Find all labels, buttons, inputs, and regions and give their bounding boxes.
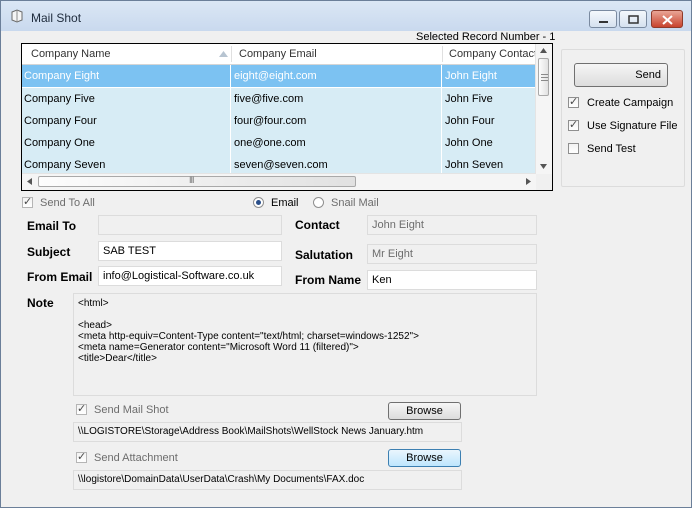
note-label: Note <box>27 296 54 310</box>
contact-field[interactable]: John Eight <box>367 215 537 235</box>
send-test-label[interactable]: Send Test <box>587 143 636 155</box>
vertical-scrollbar[interactable] <box>535 44 552 174</box>
table-row[interactable]: Company One one@one.com John One <box>22 132 536 155</box>
scroll-grip: III <box>189 175 194 185</box>
salutation-label: Salutation <box>295 248 354 262</box>
close-button[interactable] <box>651 10 683 28</box>
cell-company-email: four@four.com <box>234 115 307 127</box>
column-header-company-email[interactable]: Company Email <box>239 48 317 60</box>
from-name-label: From Name <box>295 273 362 287</box>
email-to-label: Email To <box>27 219 77 233</box>
browse-mail-shot-button[interactable]: Browse <box>388 402 461 420</box>
send-to-all-label[interactable]: Send To All <box>40 197 95 209</box>
contact-label: Contact <box>295 218 340 232</box>
create-campaign-checkbox[interactable] <box>568 95 579 108</box>
grid-header: Company Name Company Email Company Conta… <box>22 44 537 65</box>
note-line: <meta http-equiv=Content-Type content="t… <box>78 331 419 342</box>
cell-company-name: Company Eight <box>24 70 100 82</box>
send-button[interactable]: Send <box>574 63 668 87</box>
send-mail-shot-label[interactable]: Send Mail Shot <box>94 404 169 416</box>
close-icon <box>662 15 673 25</box>
subject-field[interactable]: SAB TEST <box>98 241 282 261</box>
note-line: <html> <box>78 298 109 309</box>
column-header-company-contact[interactable]: Company Contact <box>449 48 537 60</box>
send-attachment-checkbox[interactable] <box>76 450 87 463</box>
snail-mail-radio[interactable] <box>313 197 324 208</box>
minimize-icon <box>599 21 608 23</box>
vertical-scroll-thumb[interactable] <box>538 58 549 96</box>
scroll-right-icon[interactable] <box>526 178 531 185</box>
subject-label: Subject <box>27 245 71 259</box>
cell-company-name: Company Seven <box>24 159 106 171</box>
table-row[interactable]: Company Four four@four.com John Four <box>22 110 536 133</box>
table-row[interactable]: Company Five five@five.com John Five <box>22 88 536 111</box>
cell-company-contact: John Five <box>445 93 493 105</box>
cell-company-email: eight@eight.com <box>234 70 317 82</box>
note-line: <meta name=Generator content="Microsoft … <box>78 342 359 353</box>
scroll-down-icon[interactable] <box>540 164 547 169</box>
horizontal-scroll-thumb[interactable]: III <box>38 175 356 187</box>
cell-company-email: seven@seven.com <box>234 159 328 171</box>
title-bar[interactable]: Mail Shot <box>1 1 691 31</box>
browse-attachment-button[interactable]: Browse <box>388 449 461 467</box>
maximize-button[interactable] <box>619 10 647 28</box>
table-row[interactable]: Company Eight eight@eight.com John Eight <box>22 65 536 88</box>
use-signature-label[interactable]: Use Signature File <box>587 120 678 132</box>
mail-shot-app-icon <box>11 9 23 23</box>
note-line <box>78 309 532 320</box>
company-grid[interactable]: Company Name Company Email Company Conta… <box>21 43 553 191</box>
client-area: Selected Record Number - 1 Company Name … <box>9 31 685 501</box>
cell-company-name: Company Five <box>24 93 95 105</box>
email-radio[interactable] <box>253 197 264 208</box>
use-signature-checkbox[interactable] <box>568 118 579 131</box>
horizontal-scrollbar[interactable]: III <box>22 173 536 190</box>
send-to-all-checkbox[interactable] <box>22 195 33 208</box>
salutation-field[interactable]: Mr Eight <box>367 244 537 264</box>
note-line: <head> <box>78 320 112 331</box>
cell-company-email: five@five.com <box>234 93 304 105</box>
cell-company-contact: John Eight <box>445 70 497 82</box>
scroll-up-icon[interactable] <box>540 48 547 53</box>
from-name-field[interactable]: Ken <box>367 270 537 290</box>
create-campaign-label[interactable]: Create Campaign <box>587 97 673 109</box>
sort-ascending-icon <box>219 51 228 57</box>
maximize-icon <box>628 15 639 24</box>
minimize-button[interactable] <box>589 10 617 28</box>
from-email-label: From Email <box>27 270 93 284</box>
cell-company-email: one@one.com <box>234 137 306 149</box>
send-test-checkbox[interactable] <box>568 143 579 154</box>
email-radio-label[interactable]: Email <box>271 197 299 209</box>
scroll-left-icon[interactable] <box>27 178 32 185</box>
note-line: <title>Dear</title> <box>78 353 157 364</box>
snail-mail-radio-label[interactable]: Snail Mail <box>331 197 379 209</box>
window-title: Mail Shot <box>31 11 82 25</box>
send-attachment-label[interactable]: Send Attachment <box>94 452 178 464</box>
cell-company-name: Company Four <box>24 115 97 127</box>
mail-shot-path-field[interactable]: \\LOGISTORE\Storage\Address Book\MailSho… <box>73 422 462 442</box>
send-mail-shot-checkbox[interactable] <box>76 402 87 415</box>
selected-record-label: Selected Record Number - 1 <box>416 31 556 43</box>
cell-company-contact: John Seven <box>445 159 504 171</box>
column-header-company-name[interactable]: Company Name <box>31 48 110 60</box>
attachment-path-field[interactable]: \\logistore\DomainData\UserData\Crash\My… <box>73 470 462 490</box>
from-email-field[interactable]: info@Logistical-Software.co.uk <box>98 266 282 286</box>
cell-company-contact: John One <box>445 137 493 149</box>
email-to-field[interactable] <box>98 215 282 235</box>
mail-shot-window: Mail Shot Selected Record Number - 1 Com… <box>0 0 692 508</box>
cell-company-name: Company One <box>24 137 95 149</box>
note-textarea[interactable]: <html> <head> <meta http-equiv=Content-T… <box>73 293 537 396</box>
cell-company-contact: John Four <box>445 115 495 127</box>
